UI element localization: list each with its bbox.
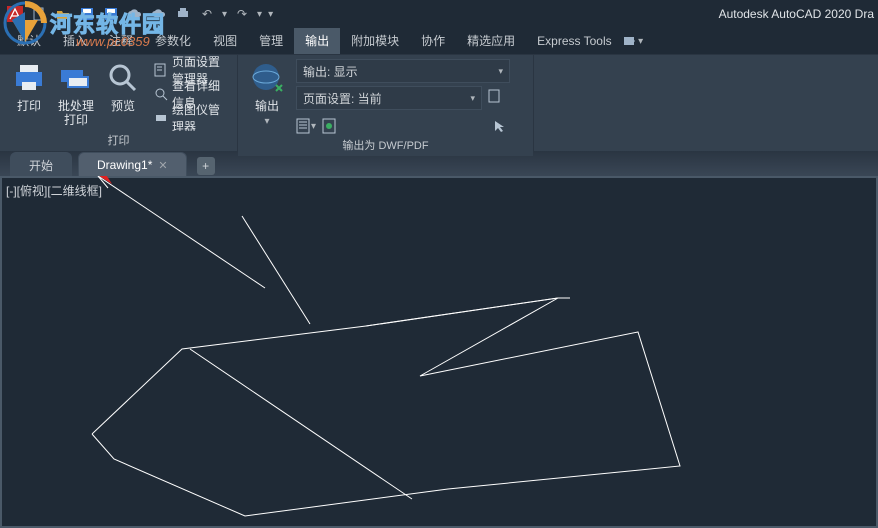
print-panel-title: 打印 (0, 131, 237, 151)
open-icon[interactable] (54, 5, 72, 23)
batch-plot-button[interactable]: 批处理 打印 (52, 59, 100, 131)
batch-plot-icon (59, 61, 93, 95)
arrow-select-icon[interactable] (490, 116, 510, 136)
export-button[interactable]: 输出▾ (244, 59, 290, 136)
cloud-open-icon[interactable] (126, 5, 144, 23)
cloud-save-icon[interactable] (150, 5, 168, 23)
drawing-viewport[interactable]: [-][俯视][二维线框] (0, 176, 878, 528)
ribbon-panel-export: 输出▾ 输出: 显示 ▾ 页面设置: 当前 ▾ ▾ (238, 55, 534, 151)
window-title: Autodesk AutoCAD 2020 Dra (719, 0, 874, 28)
save-icon[interactable] (78, 5, 96, 23)
menu-manage[interactable]: 管理 (248, 28, 294, 54)
close-icon[interactable]: ✕ (158, 159, 167, 172)
quick-access-toolbar: ↶ ▾ ↷ ▾ ▾ (0, 5, 279, 23)
menu-parametric[interactable]: 参数化 (144, 28, 202, 54)
menu-output[interactable]: 输出 (294, 28, 340, 54)
undo-icon[interactable]: ↶ (198, 5, 216, 23)
export-panel-title: 输出为 DWF/PDF (238, 136, 533, 156)
menu-express[interactable]: Express Tools (526, 28, 622, 54)
app-menu-icon[interactable] (6, 5, 24, 23)
ribbon: 打印 批处理 打印 预览 页面设置管理器 查看详细信息 (0, 54, 878, 151)
chevron-down-icon: ▾ (470, 93, 475, 104)
preview-button[interactable]: 预览 (100, 59, 146, 131)
preview-label: 预览 (111, 99, 135, 113)
export-label: 输出▾ (255, 99, 279, 129)
qat-customize-icon[interactable]: ▾ (268, 9, 273, 20)
preview-icon (106, 61, 140, 95)
print-small-col: 页面设置管理器 查看详细信息 绘图仪管理器 (146, 59, 231, 131)
new-icon[interactable] (30, 5, 48, 23)
menu-default[interactable]: 默认 (6, 28, 52, 54)
output-display-label: 输出: 显示 (303, 63, 358, 80)
export-pdf-icon[interactable] (320, 116, 340, 136)
menu-addins[interactable]: 附加模块 (340, 28, 410, 54)
new-tab-button[interactable]: + (197, 157, 215, 175)
export-icon (250, 61, 284, 95)
page-setup-icon (154, 62, 168, 78)
menu-collaborate[interactable]: 协作 (410, 28, 456, 54)
plotter-icon (154, 110, 168, 126)
page-setting-label: 页面设置: 当前 (303, 90, 382, 107)
plot-label: 打印 (17, 99, 41, 113)
ribbon-panel-print: 打印 批处理 打印 预览 页面设置管理器 查看详细信息 (0, 55, 238, 151)
saveas-icon[interactable] (102, 5, 120, 23)
output-display-dropdown[interactable]: 输出: 显示 ▾ (296, 59, 510, 83)
page-setting-dropdown[interactable]: 页面设置: 当前 ▾ (296, 86, 482, 110)
batch-plot-label: 批处理 打印 (58, 99, 94, 127)
tab-start[interactable]: 开始 (10, 152, 72, 177)
export-dd-icon: ▾ (264, 116, 269, 127)
page-edit-icon[interactable] (485, 86, 505, 106)
title-bar: ↶ ▾ ↷ ▾ ▾ Autodesk AutoCAD 2020 Dra (0, 0, 878, 28)
drawing-canvas (0, 176, 878, 528)
redo-dd-icon[interactable]: ▾ (257, 9, 262, 20)
plot-big-icon (12, 61, 46, 95)
menu-featured[interactable]: 精选应用 (456, 28, 526, 54)
plot-button[interactable]: 打印 (6, 59, 52, 131)
plot-icon[interactable] (174, 5, 192, 23)
chevron-down-icon: ▾ (498, 66, 503, 77)
plotter-label: 绘图仪管理器 (172, 101, 223, 135)
tab-drawing1[interactable]: Drawing1* ✕ (78, 152, 187, 177)
menu-play-icon[interactable]: ▾ (623, 30, 645, 52)
menu-view[interactable]: 视图 (202, 28, 248, 54)
details-icon (154, 86, 168, 102)
undo-dd-icon[interactable]: ▾ (222, 9, 227, 20)
redo-icon[interactable]: ↷ (233, 5, 251, 23)
export-dwf-icon[interactable]: ▾ (296, 116, 316, 136)
watermark-url: www.pc0359 (76, 34, 150, 49)
plotter-manager-button[interactable]: 绘图仪管理器 (150, 107, 227, 129)
